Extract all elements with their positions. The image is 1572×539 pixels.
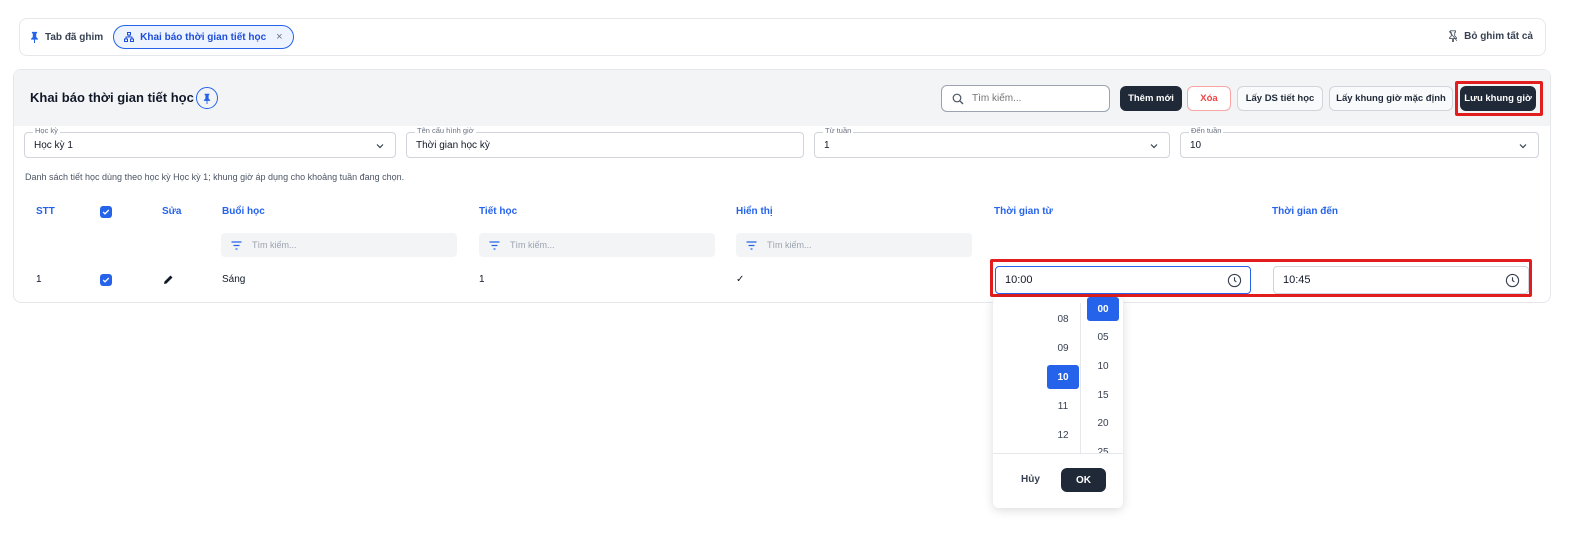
config-name-label: Tên cấu hình giờ bbox=[415, 126, 476, 135]
to-week-select[interactable]: Đến tuần 10 bbox=[1180, 126, 1539, 158]
hour-option-10[interactable]: 10 bbox=[1047, 365, 1079, 389]
from-week-value: 1 bbox=[824, 140, 830, 151]
tab-khai-bao-thoi-gian[interactable]: Khai báo thời gian tiết học × bbox=[113, 25, 294, 49]
card-header: Khai báo thời gian tiết học Thêm mới Xóa… bbox=[14, 70, 1550, 126]
semester-value: Học kỳ 1 bbox=[34, 140, 73, 151]
header-display: Hiển thị bbox=[736, 206, 773, 217]
minute-option-15[interactable]: 15 bbox=[1087, 383, 1119, 407]
header-session: Buổi học bbox=[222, 206, 265, 217]
check-icon bbox=[102, 209, 110, 215]
page-title: Khai báo thời gian tiết học bbox=[30, 90, 194, 105]
get-periods-button[interactable]: Lấy DS tiết học bbox=[1237, 86, 1323, 111]
unpin-all-label: Bỏ ghim tất cả bbox=[1464, 30, 1533, 42]
hour-option-09[interactable]: 09 bbox=[1047, 336, 1079, 360]
minute-option-20[interactable]: 20 bbox=[1087, 411, 1119, 435]
config-name-value: Thời gian học kỳ bbox=[416, 140, 490, 151]
to-week-value: 10 bbox=[1190, 140, 1202, 151]
pinned-tabs-label: Tab đã ghim bbox=[30, 31, 103, 43]
filter-placeholder: Tìm kiếm... bbox=[252, 240, 297, 250]
minute-option-10[interactable]: 10 bbox=[1087, 354, 1119, 378]
tab-label: Khai báo thời gian tiết học bbox=[140, 31, 267, 43]
pin-icon bbox=[31, 31, 38, 43]
unpin-all-button[interactable]: Bỏ ghim tất cả bbox=[1448, 30, 1533, 42]
search-icon bbox=[952, 93, 964, 104]
chevron-down-icon bbox=[1519, 144, 1527, 149]
select-all-checkbox[interactable] bbox=[100, 206, 112, 218]
minute-option-25[interactable]: 25 bbox=[1087, 440, 1119, 454]
from-week-select[interactable]: Từ tuần 1 bbox=[814, 126, 1170, 158]
pin-page-button[interactable] bbox=[196, 87, 218, 109]
filter-placeholder: Tìm kiếm... bbox=[510, 240, 555, 250]
chevron-down-icon bbox=[1150, 144, 1158, 149]
to-week-label: Đến tuần bbox=[1189, 126, 1224, 135]
row-display: ✓ bbox=[736, 274, 745, 285]
highlight-time-inputs bbox=[990, 259, 1532, 297]
display-filter-input[interactable]: Tìm kiếm... bbox=[736, 233, 972, 257]
pin-icon bbox=[203, 93, 211, 104]
header-time-from: Thời gian từ bbox=[994, 206, 1053, 217]
period-filter-input[interactable]: Tìm kiếm... bbox=[479, 233, 715, 257]
header-period: Tiết học bbox=[479, 206, 518, 217]
filter-icon bbox=[746, 240, 757, 250]
hour-column[interactable]: 08 09 10 11 12 bbox=[1045, 303, 1081, 453]
row-stt: 1 bbox=[36, 274, 42, 285]
minute-column[interactable]: 00 05 10 15 20 25 bbox=[1083, 297, 1123, 453]
minute-option-00[interactable]: 00 bbox=[1087, 297, 1119, 321]
filter-icon bbox=[231, 240, 242, 250]
semester-select[interactable]: Học kỳ Học kỳ 1 bbox=[24, 126, 396, 158]
add-new-button[interactable]: Thêm mới bbox=[1120, 86, 1182, 111]
row-checkbox[interactable] bbox=[100, 274, 112, 286]
pinned-tabs-text: Tab đã ghim bbox=[45, 31, 104, 43]
row-period: 1 bbox=[479, 274, 485, 285]
from-week-label: Từ tuần bbox=[823, 126, 854, 135]
semester-label: Học kỳ bbox=[33, 126, 60, 135]
minute-option-05[interactable]: 05 bbox=[1087, 325, 1119, 349]
filter-placeholder: Tìm kiếm... bbox=[767, 240, 812, 250]
header-stt: STT bbox=[36, 206, 55, 217]
search-box[interactable] bbox=[941, 85, 1110, 112]
ok-button[interactable]: OK bbox=[1061, 468, 1106, 492]
filter-icon bbox=[489, 240, 500, 250]
close-tab-icon[interactable]: × bbox=[276, 31, 282, 43]
default-times-button[interactable]: Lấy khung giờ mặc định bbox=[1329, 86, 1453, 111]
chevron-down-icon bbox=[376, 144, 384, 149]
search-input[interactable] bbox=[972, 93, 1092, 104]
check-icon bbox=[102, 277, 110, 283]
header-edit: Sửa bbox=[162, 206, 182, 217]
unpin-icon bbox=[1448, 30, 1458, 42]
header-time-to: Thời gian đến bbox=[1272, 206, 1338, 217]
session-filter-input[interactable]: Tìm kiếm... bbox=[221, 233, 457, 257]
pinned-tab-bar: Tab đã ghim Khai báo thời gian tiết học … bbox=[19, 18, 1546, 56]
row-session: Sáng bbox=[222, 274, 246, 285]
info-note: Danh sách tiết học dùng theo học kỳ Học … bbox=[25, 172, 405, 182]
hour-option-12[interactable]: 12 bbox=[1047, 423, 1079, 447]
pencil-icon[interactable] bbox=[163, 274, 174, 285]
time-picker-popup: 08 09 10 11 12 00 05 10 15 20 25 Hủy OK bbox=[993, 297, 1123, 508]
picker-divider bbox=[993, 453, 1123, 454]
delete-button[interactable]: Xóa bbox=[1187, 86, 1231, 111]
hour-option-11[interactable]: 11 bbox=[1047, 394, 1079, 418]
hour-option-08[interactable]: 08 bbox=[1047, 307, 1079, 331]
cancel-button[interactable]: Hủy bbox=[1021, 474, 1040, 485]
highlight-save-button bbox=[1455, 81, 1543, 116]
config-name-field[interactable]: Tên cấu hình giờ Thời gian học kỳ bbox=[406, 126, 804, 158]
sitemap-icon bbox=[124, 32, 135, 42]
